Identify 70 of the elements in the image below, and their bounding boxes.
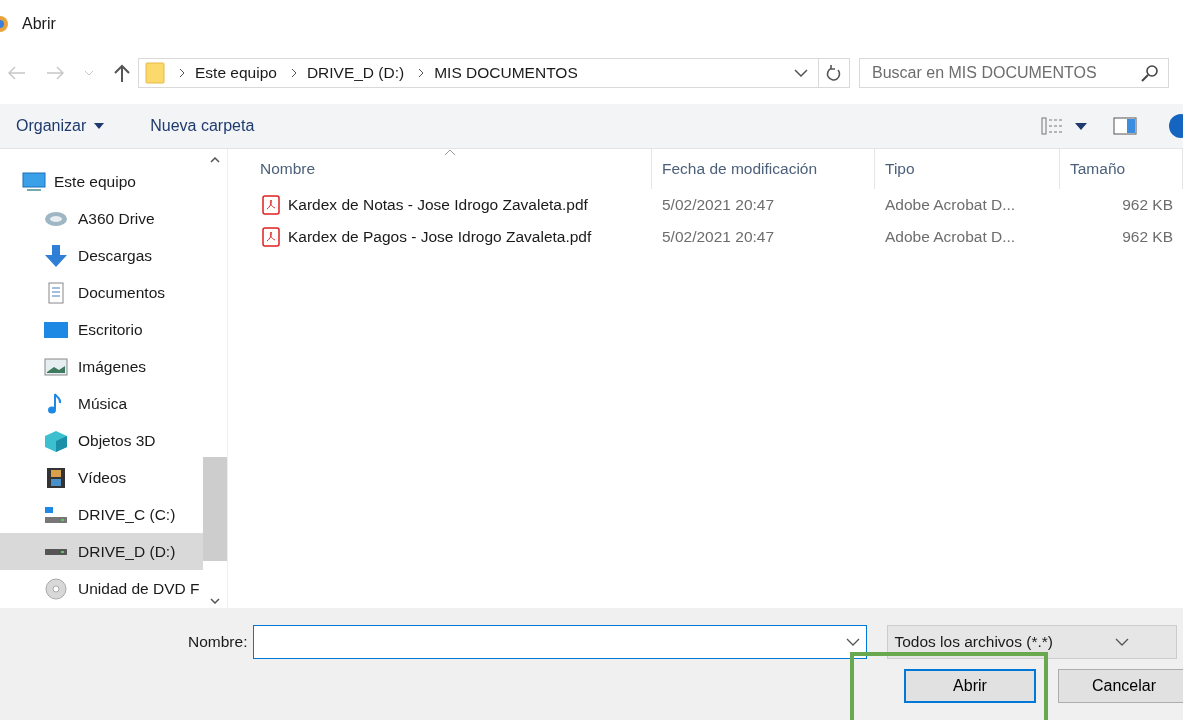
sidebar-item[interactable]: A360 Drive [0, 200, 203, 237]
cancel-button[interactable]: Cancelar [1058, 669, 1183, 703]
app-icon [0, 16, 10, 32]
sidebar-item[interactable]: DRIVE_D (D:) [0, 533, 203, 570]
sidebar-item[interactable]: Escritorio [0, 311, 203, 348]
chevron-icon [418, 68, 425, 78]
search-field[interactable]: Buscar en MIS DOCUMENTOS [859, 58, 1169, 88]
breadcrumb[interactable]: MIS DOCUMENTOS [434, 64, 578, 82]
file-row[interactable]: Kardex de Notas - Jose Idrogo Zavaleta.pdf 5/02/2021 20:47 Adobe Acrobat D... 962 KB [228, 189, 1183, 221]
sort-caret-icon [444, 149, 456, 156]
chevron-icon [290, 68, 297, 78]
preview-pane-icon[interactable] [1113, 117, 1137, 135]
caret-icon [94, 123, 105, 129]
sidebar-item[interactable]: Vídeos [0, 459, 203, 496]
search-icon [1141, 64, 1159, 82]
table-cell-text: 962 KB [1121, 196, 1174, 214]
download-arrow-icon [44, 244, 68, 267]
table-cell-text: Adobe Acrobat D... [884, 228, 1017, 246]
sidebar-item[interactable]: Este equipo [0, 163, 203, 200]
table-cell-text: 5/02/2021 20:47 [661, 196, 776, 214]
dropdown-caret-icon[interactable] [846, 638, 861, 646]
window-title: Abrir [22, 15, 56, 33]
file-name: Kardex de Pagos - Jose Idrogo Zavaleta.pdf [288, 228, 592, 246]
dropdown-caret-icon [1114, 638, 1129, 646]
breadcrumb[interactable]: Este equipo [195, 64, 277, 82]
up-arrow-icon[interactable] [114, 64, 130, 82]
table-cell-text: 5/02/2021 20:47 [661, 228, 776, 246]
open-button[interactable]: Abrir [904, 669, 1036, 703]
file-name: Kardex de Notas - Jose Idrogo Zavaleta.pdf [288, 196, 588, 214]
sidebar-item[interactable]: Música [0, 385, 203, 422]
sidebar-item[interactable]: Documentos [0, 274, 203, 311]
sidebar-item[interactable]: Imágenes [0, 348, 203, 385]
sidebar-item[interactable]: Descargas [0, 237, 203, 274]
cloud-icon [44, 209, 68, 228]
table-cell-text: 962 KB [1121, 228, 1174, 246]
drive-icon [44, 505, 68, 524]
column-header[interactable]: Tipo [875, 149, 1060, 189]
refresh-icon [826, 64, 842, 82]
sidebar-item[interactable]: Unidad de DVD F [0, 570, 203, 607]
column-header[interactable]: Tamaño [1060, 149, 1183, 189]
column-header[interactable]: Nombre [228, 149, 652, 189]
disc-icon [44, 577, 68, 600]
scroll-thumb[interactable] [203, 457, 227, 561]
dropdown-caret-icon[interactable] [794, 69, 808, 77]
help-icon[interactable] [1169, 114, 1183, 138]
file-row[interactable]: Kardex de Pagos - Jose Idrogo Zavaleta.pdf 5/02/2021 20:47 Adobe Acrobat D... 962 KB [228, 221, 1183, 253]
breadcrumb[interactable]: DRIVE_D (D:) [306, 64, 405, 82]
sidebar-item[interactable]: Objetos 3D [0, 422, 203, 459]
view-caret-icon[interactable] [1075, 122, 1087, 130]
drive-icon [44, 546, 68, 557]
scroll-up-icon[interactable] [210, 157, 220, 163]
folder-icon [145, 62, 165, 84]
file-name-field[interactable] [253, 625, 868, 659]
pdf-file-icon [262, 227, 280, 247]
pdf-file-icon [262, 195, 280, 215]
organize-menu-button[interactable]: Organizar [12, 113, 109, 139]
new-folder-button[interactable]: Nueva carpeta [146, 113, 259, 139]
scroll-down-icon[interactable] [210, 598, 220, 604]
sidebar-item[interactable]: DRIVE_C (C:) [0, 496, 203, 533]
cube-icon [44, 429, 68, 452]
field-label: Nombre: [188, 633, 248, 651]
image-icon [44, 357, 68, 376]
computer-icon [22, 171, 46, 192]
desktop-icon [44, 320, 68, 339]
column-header[interactable]: Fecha de modificación [652, 149, 875, 189]
table-cell-text: Adobe Acrobat D... [884, 196, 1017, 214]
film-icon [44, 466, 68, 489]
file-type-dropdown[interactable]: Todos los archivos (*.*) [887, 625, 1178, 659]
chevron-icon [179, 68, 185, 78]
address-bar[interactable]: Este equipo DRIVE_D (D:) MIS DOCUMENTOS [138, 58, 850, 88]
